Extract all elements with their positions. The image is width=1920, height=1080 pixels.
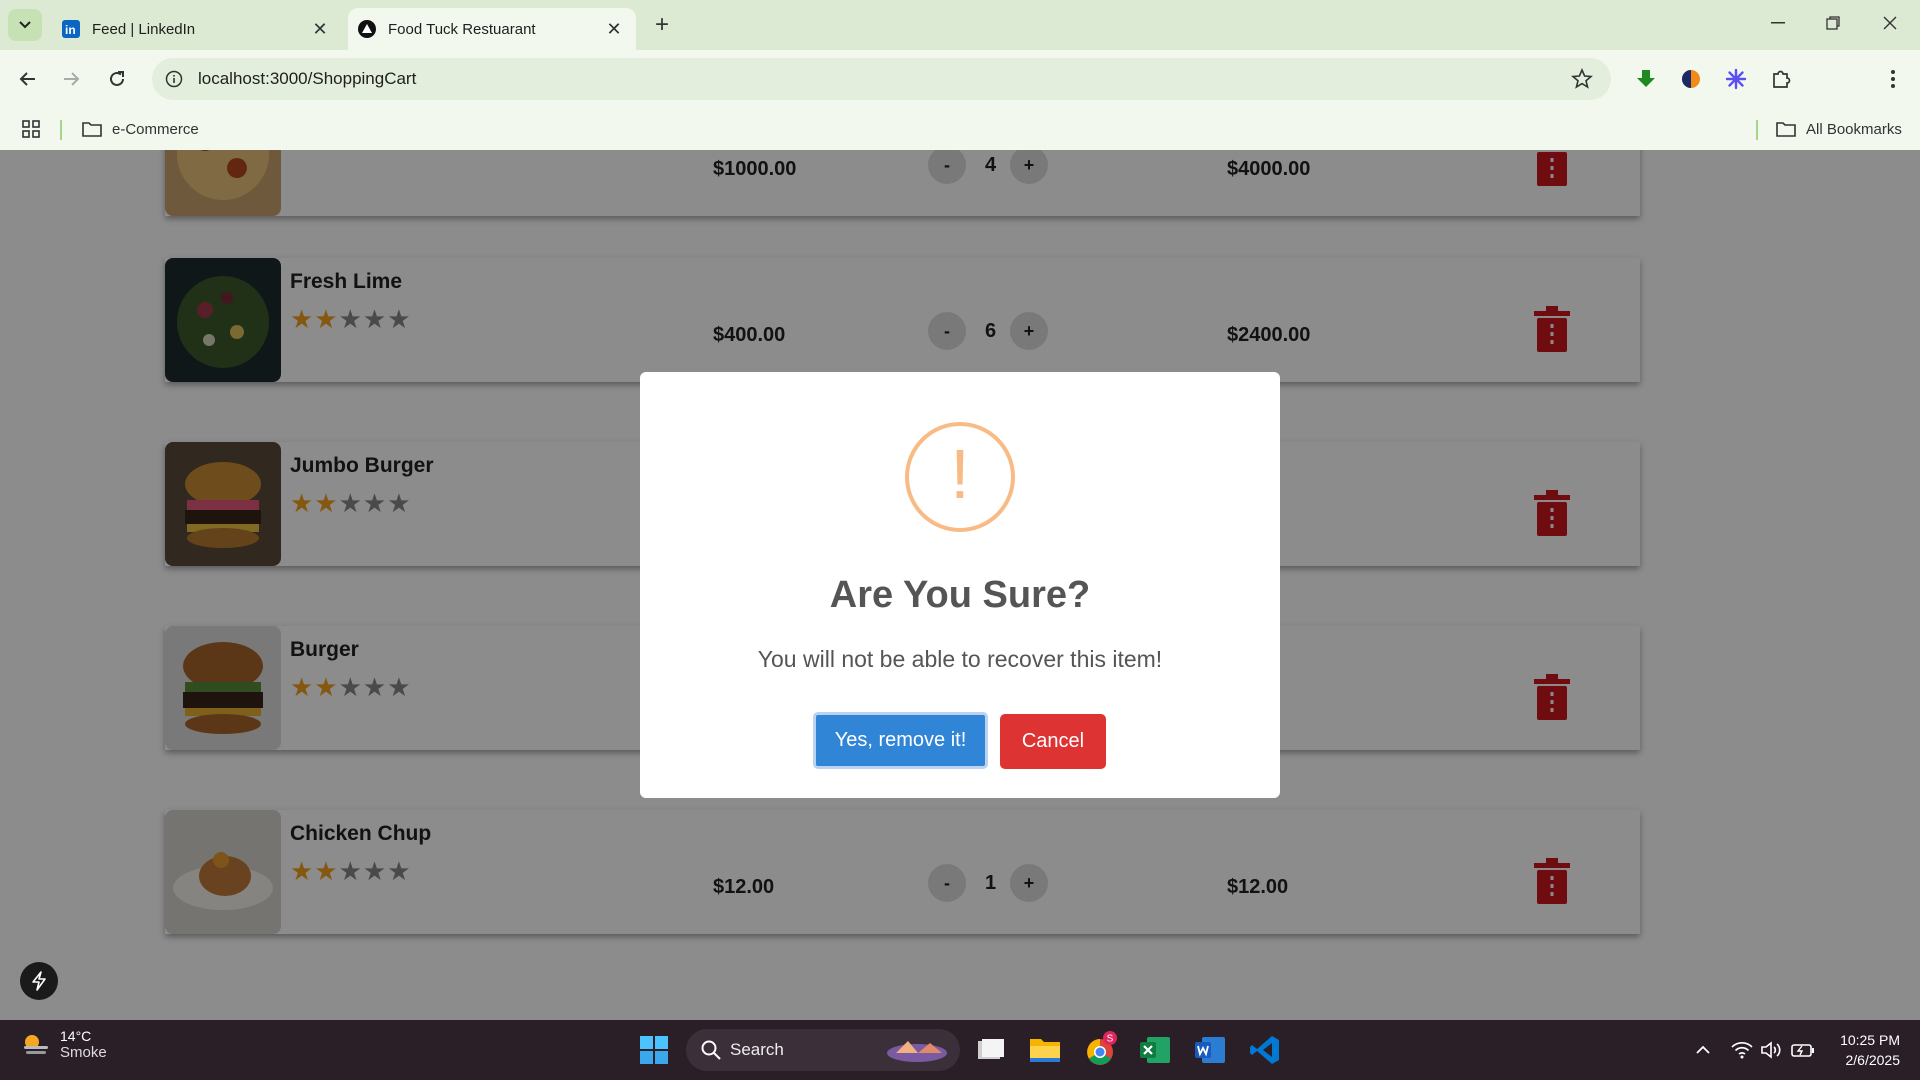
tab-linkedin[interactable]: in Feed | LinkedIn ✕ (52, 8, 342, 50)
battery-icon[interactable] (1790, 1038, 1816, 1062)
bookmark-label: All Bookmarks (1806, 120, 1902, 138)
url-text: localhost:3000/ShoppingCart (198, 69, 417, 88)
puzzle-extensions-icon[interactable] (1766, 64, 1796, 94)
tab-strip: in Feed | LinkedIn ✕ Food Tuck Restuaran… (0, 0, 1920, 50)
tab-search-button[interactable] (8, 9, 42, 41)
lightning-icon[interactable] (20, 962, 58, 1000)
wifi-icon[interactable] (1729, 1038, 1755, 1062)
window-close-icon[interactable] (1870, 8, 1910, 38)
taskbar-search[interactable]: Search (686, 1029, 960, 1071)
vscode-icon[interactable] (1245, 1030, 1285, 1070)
chevron-down-icon (19, 21, 31, 29)
forward-icon[interactable] (57, 64, 87, 94)
dialog-message: You will not be able to recover this ite… (757, 646, 1163, 672)
browser-toolbar: localhost:3000/ShoppingCart S (0, 50, 1920, 142)
bookmark-label: e-Commerce (112, 120, 199, 138)
linkedin-icon: in (62, 20, 80, 38)
weather-widget[interactable]: 14°C Smoke (20, 1028, 107, 1061)
download-icon[interactable] (1631, 64, 1661, 94)
chrome-badge: S (1107, 1034, 1114, 1045)
close-icon[interactable]: ✕ (602, 17, 626, 41)
site-favicon-icon (358, 20, 376, 38)
confirm-remove-button[interactable]: Yes, remove it! (813, 712, 988, 769)
folder-icon (1776, 122, 1796, 137)
tab-food-truck[interactable]: Food Tuck Restuarant ✕ (348, 8, 636, 50)
restore-icon[interactable] (1813, 8, 1853, 38)
all-bookmarks-button[interactable]: All Bookmarks (1776, 108, 1902, 150)
weather-temperature: 14°C (60, 1028, 92, 1044)
weather-condition: Smoke (60, 1044, 107, 1061)
bookmark-star-icon[interactable] (1571, 68, 1593, 90)
warning-icon: ! (905, 422, 1015, 532)
svg-text:in: in (65, 23, 76, 37)
bookmarks-bar: e-Commerce All Bookmarks (0, 108, 1920, 150)
shopping-cart-page: $1000.00 - 4 + $4000.00 Fresh Lime ★★★★★… (0, 150, 1920, 1020)
search-icon (701, 1040, 721, 1060)
tab-title: Food Tuck Restuarant (388, 20, 536, 38)
word-icon[interactable] (1190, 1030, 1230, 1070)
search-label: Search (730, 1040, 784, 1059)
excel-icon[interactable] (1135, 1030, 1175, 1070)
apps-grid-icon[interactable] (22, 108, 40, 150)
bookmark-separator (60, 120, 62, 140)
clock-time: 10:25 PM (1840, 1032, 1900, 1048)
more-menu-icon[interactable] (1878, 64, 1908, 94)
weather-icon (24, 1034, 48, 1054)
reload-icon[interactable] (102, 64, 132, 94)
volume-icon[interactable] (1758, 1038, 1784, 1062)
minimize-icon[interactable] (1758, 8, 1798, 38)
cancel-button[interactable]: Cancel (1000, 714, 1106, 769)
task-view-icon[interactable] (971, 1030, 1011, 1070)
extension-icon[interactable] (1676, 64, 1706, 94)
bookmark-folder-ecommerce[interactable]: e-Commerce (82, 108, 199, 150)
bookmark-separator (1756, 120, 1758, 140)
snowflake-extension-icon[interactable] (1721, 64, 1751, 94)
dialog-title: Are You Sure? (829, 574, 1091, 616)
tab-title: Feed | LinkedIn (92, 20, 196, 38)
back-icon[interactable] (12, 64, 42, 94)
search-highlight-icon (887, 1041, 947, 1062)
new-tab-button[interactable]: + (648, 11, 676, 39)
file-explorer-icon[interactable] (1025, 1030, 1065, 1070)
folder-icon (82, 122, 102, 137)
windows-start-icon[interactable] (634, 1030, 674, 1070)
confirm-dialog: ! Are You Sure? You will not be able to … (640, 372, 1280, 798)
windows-taskbar: 14°C Smoke Search S 10:25 PM 2/6/2025 (0, 1020, 1920, 1080)
chrome-taskbar-icon[interactable]: S (1080, 1030, 1120, 1070)
chevron-up-icon[interactable] (1690, 1038, 1716, 1062)
system-clock[interactable]: 10:25 PM 2/6/2025 (1830, 1030, 1900, 1070)
clock-date: 2/6/2025 (1845, 1052, 1901, 1068)
address-bar[interactable]: localhost:3000/ShoppingCart (152, 58, 1611, 100)
site-info-icon[interactable] (164, 69, 184, 89)
close-icon[interactable]: ✕ (308, 17, 332, 41)
